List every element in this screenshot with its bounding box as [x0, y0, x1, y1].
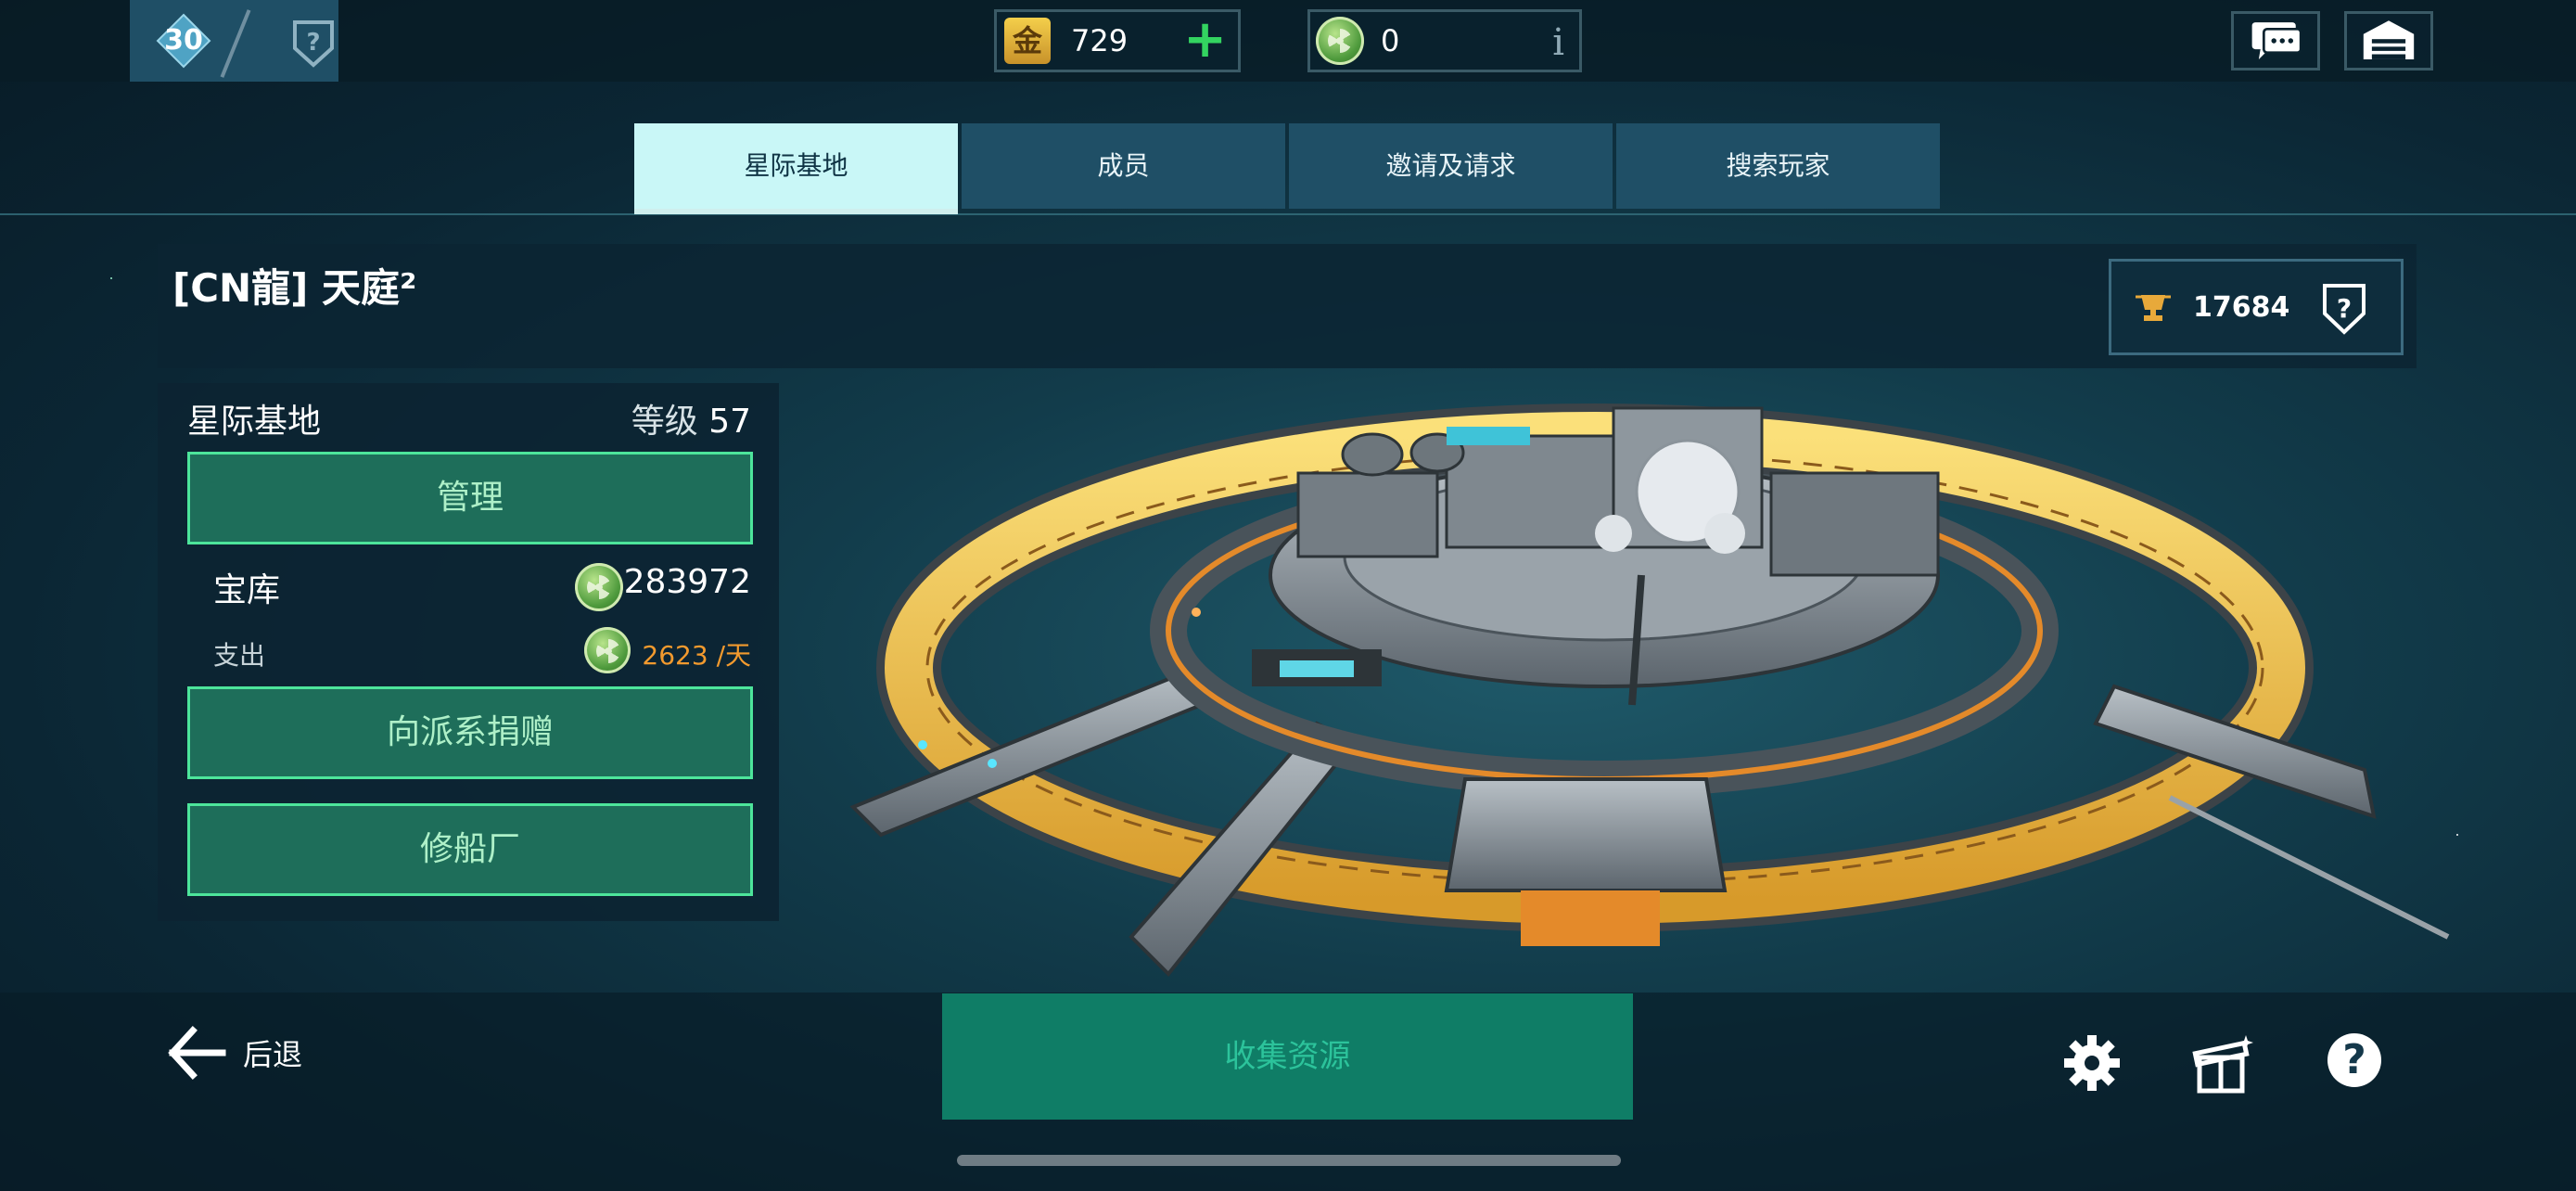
expense-label: 支出: [213, 640, 266, 671]
gold-counter: 金 729 +: [994, 9, 1241, 72]
tab-bar: 星际基地 成员 邀请及请求 搜索玩家: [634, 123, 1940, 209]
shield-question-icon: ?: [2323, 284, 2366, 335]
trophy-icon: [2136, 295, 2171, 321]
divider: [220, 9, 251, 78]
manage-button[interactable]: 管理: [187, 452, 753, 544]
level-label: 等级: [631, 403, 698, 441]
biotech-coin-icon: [584, 627, 631, 673]
hangar-icon: [2363, 20, 2415, 59]
tab-search-players[interactable]: 搜索玩家: [1616, 123, 1940, 209]
biotech-counter: 0 i: [1307, 9, 1582, 72]
donate-button[interactable]: 向派系捐赠: [187, 686, 753, 779]
chat-icon: [2251, 22, 2302, 59]
biotech-coin-icon: [575, 563, 623, 611]
gold-amount: 729: [1071, 23, 1129, 58]
biotech-amount: 0: [1381, 23, 1400, 58]
faction-name: [CN龍] 天庭²: [172, 265, 417, 311]
rank-number: 30: [164, 24, 203, 57]
gear-icon[interactable]: [2062, 1033, 2122, 1093]
panel-title: 星际基地: [187, 403, 322, 441]
level-value: 57: [708, 403, 751, 441]
help-button[interactable]: ?: [2327, 1033, 2381, 1087]
gift-icon[interactable]: [2192, 1030, 2257, 1095]
add-gold-icon[interactable]: +: [1183, 14, 1227, 66]
tab-invites[interactable]: 邀请及请求: [1289, 123, 1613, 209]
shipyard-button[interactable]: 修船厂: [187, 803, 753, 896]
expense-value: 2623 /天: [642, 640, 751, 671]
starbase-panel: 星际基地 等级 57 管理 宝库 283972 支出 2623 /天 向派系捐赠…: [158, 383, 779, 921]
base-button[interactable]: [2344, 11, 2433, 70]
biotech-coin-icon: [1316, 17, 1364, 65]
vault-label: 宝库: [213, 571, 281, 609]
back-label: 后退: [243, 1037, 303, 1072]
top-bar: 30 ? 金 729 + 0 i: [0, 0, 2576, 82]
home-indicator[interactable]: [957, 1155, 1621, 1166]
shield-question-icon[interactable]: ?: [287, 17, 339, 69]
chat-button[interactable]: [2231, 11, 2320, 70]
vault-value: 283972: [623, 563, 751, 601]
collect-resources-button[interactable]: 收集资源: [942, 993, 1633, 1120]
starbase-illustration[interactable]: [797, 334, 2457, 1002]
info-icon[interactable]: i: [1552, 14, 1564, 71]
svg-text:?: ?: [306, 29, 320, 57]
base-level: 等级 57: [631, 394, 751, 442]
gold-icon: 金: [1004, 18, 1051, 64]
rank-badge[interactable]: 30 ?: [130, 0, 338, 82]
active-tab-indicator: [634, 209, 958, 214]
svg-text:?: ?: [2337, 293, 2352, 324]
back-button[interactable]: 后退: [167, 1020, 302, 1085]
tab-members[interactable]: 成员: [962, 123, 1285, 209]
tab-divider: [0, 213, 2576, 215]
back-arrow-icon: [168, 1026, 226, 1080]
tab-starbase[interactable]: 星际基地: [634, 123, 958, 209]
